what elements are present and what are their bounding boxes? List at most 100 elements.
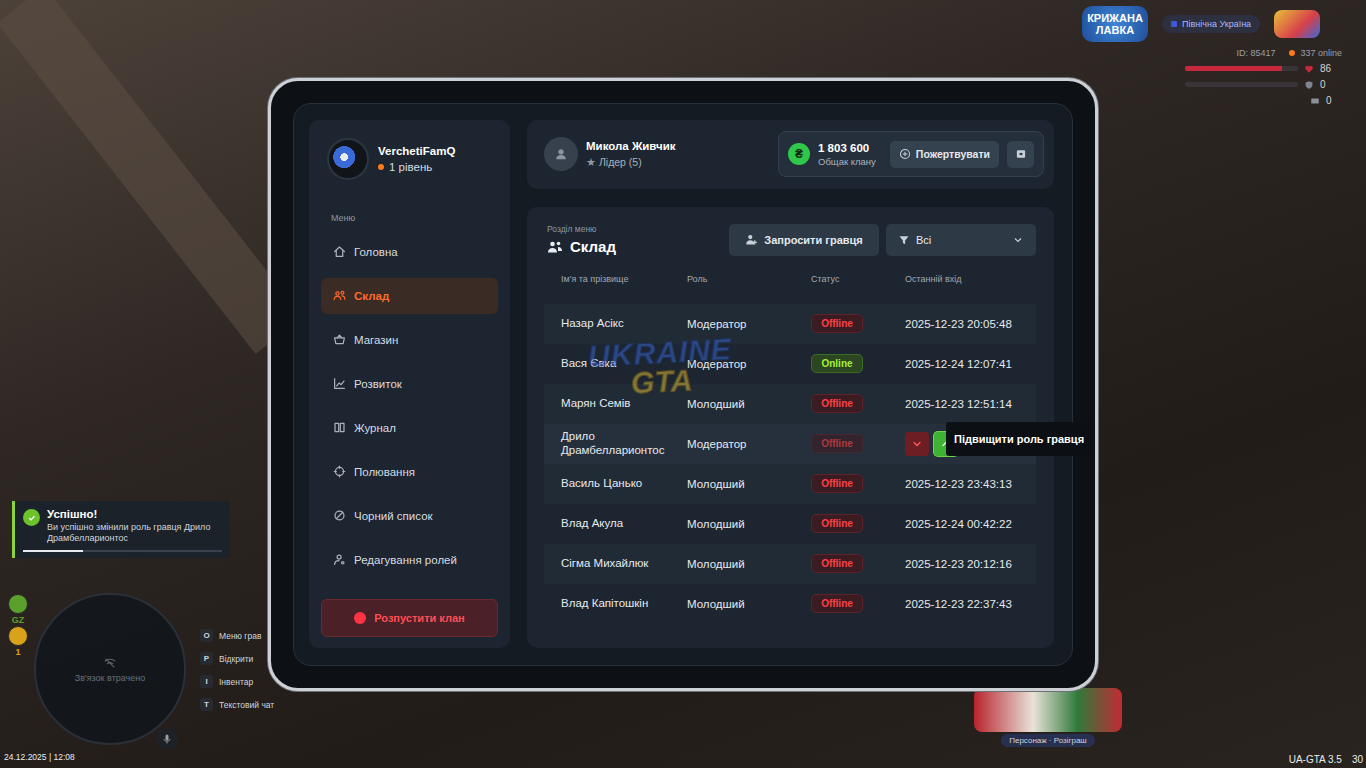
sidebar-item[interactable]: Головна [321, 234, 498, 270]
sidebar-item[interactable]: Полювання [321, 454, 498, 490]
last-login: 2025-12-23 12:51:14 [905, 398, 1012, 410]
member-role: Модератор [687, 318, 811, 330]
sidebar-item[interactable]: Магазин [321, 322, 498, 358]
clan-treasury: ₴ 1 803 600 Общак клану Пожертвувати [778, 131, 1044, 177]
disband-button[interactable]: Розпустити клан [321, 599, 498, 637]
stat-bar: 0 [1185, 79, 1332, 90]
minimap: Зв'язок втрачено [34, 593, 186, 745]
safe-button[interactable] [1007, 141, 1034, 168]
ban-icon [333, 509, 346, 522]
status-badge: Offline [811, 394, 863, 413]
status-badge: Offline [811, 474, 863, 493]
member-name: Влад Акула [561, 517, 687, 530]
chevron-down-icon [1012, 234, 1024, 246]
table-row[interactable]: Василь Цанько Молодший Offline 2025-12-2… [544, 464, 1036, 504]
member-name: Марян Семів [561, 397, 687, 410]
sidebar-item[interactable]: Розвиток [321, 366, 498, 402]
last-login: 2025-12-23 20:12:16 [905, 558, 1012, 570]
column-header: Ім'я та прізвище [561, 274, 687, 284]
people-icon [333, 289, 346, 302]
donate-button[interactable]: Пожертвувати [890, 141, 999, 168]
table-row[interactable]: Сігма Михайлюк Молодший Offline 2025-12-… [544, 544, 1036, 584]
table-row[interactable]: Вася Євка Модератор Online 2025-12-24 12… [544, 344, 1036, 384]
status-badge: Offline [811, 314, 863, 333]
game-scene: КРИЖАНА ЛАВКА Північна Україна ID: 85417… [0, 0, 1366, 768]
user-name: Микола Живчик [586, 140, 675, 152]
sidebar-item[interactable]: Чорний список [321, 498, 498, 534]
check-icon [23, 509, 40, 526]
table-row[interactable]: Влад Акула Молодший Offline 2025-12-24 0… [544, 504, 1036, 544]
notification-progress [23, 550, 222, 552]
keybind: O Меню грав [200, 627, 274, 644]
invite-button[interactable]: Запросити гравця [729, 224, 879, 256]
sidebar-item[interactable]: Склад [321, 278, 498, 314]
tablet-screen: VerchetiFamQ 1 рівень Меню Головна Склад… [293, 103, 1073, 666]
flag-icon [1171, 21, 1177, 27]
column-header: Статус [811, 274, 905, 284]
table-row[interactable]: Назар Асікс Модератор Offline 2025-12-23… [544, 304, 1036, 344]
sidebar: VerchetiFamQ 1 рівень Меню Головна Склад… [309, 120, 510, 648]
zone-dot [8, 594, 28, 614]
no-signal-icon [103, 656, 117, 670]
target-icon [333, 465, 346, 478]
member-name: Назар Асікс [561, 317, 687, 330]
user-gear-icon [333, 553, 346, 566]
banner-picture [974, 688, 1122, 732]
home-icon [333, 245, 346, 258]
basket-icon [333, 333, 346, 346]
status-badge: Online [811, 354, 863, 373]
keybind: P Відкрити [200, 650, 274, 667]
members-table: Назар Асікс Модератор Offline 2025-12-23… [544, 304, 1036, 640]
member-role: Модератор [687, 358, 811, 370]
clan-profile: VerchetiFamQ 1 рівень [321, 138, 498, 180]
event-banner[interactable]: Персонаж · Розіграш [974, 688, 1122, 747]
table-row[interactable]: Марян Семів Молодший Offline 2025-12-23 … [544, 384, 1036, 424]
sidebar-item[interactable]: Журнал [321, 410, 498, 446]
key: T [200, 698, 213, 711]
user-avatar-icon [544, 137, 578, 171]
table-row[interactable]: Влад Капітошкін Молодший Offline 2025-12… [544, 584, 1036, 624]
status-badge: Offline [811, 434, 863, 453]
role-filter[interactable]: Всі [886, 224, 1036, 256]
member-name: Дрило Драмбелларионтос [561, 430, 687, 456]
treasury-amount: 1 803 600 [818, 142, 876, 154]
heart-icon [1304, 64, 1314, 74]
notification-title: Успішно! [47, 508, 222, 520]
table-header: Ім'я та прізвищеРольСтатусОстанній вхід [544, 274, 1036, 284]
zone-label: 1 [15, 647, 20, 657]
money: 0 [1310, 95, 1338, 106]
shield-icon [1304, 80, 1314, 90]
status-badge: Offline [811, 554, 863, 573]
key: P [200, 652, 213, 665]
event-logo [1274, 10, 1320, 38]
last-login: 2025-12-23 23:43:13 [905, 478, 1012, 490]
clan-name: VerchetiFamQ [378, 145, 455, 157]
zone-dot [8, 626, 28, 646]
member-role: Молодший [687, 518, 811, 530]
online-count: 337 online [1289, 48, 1342, 58]
key: O [200, 629, 213, 642]
notification-message: Ви успішно змінили роль гравця Дрило Дра… [47, 522, 222, 544]
member-role: Молодший [687, 558, 811, 570]
demote-button[interactable] [905, 432, 929, 456]
section-title: Склад [547, 238, 616, 255]
version-label: UA-GTA 3.530 [1289, 754, 1363, 765]
user-rank: ★ Лідер (5) [586, 156, 675, 168]
key: I [200, 675, 213, 688]
clan-logo-icon [327, 138, 369, 180]
microphone-icon [156, 728, 178, 750]
zone-indicators: GZ 1 [8, 594, 28, 657]
stat-bar: 86 [1185, 63, 1332, 74]
sidebar-item[interactable]: Редагування ролей [321, 542, 498, 578]
safe-icon [1015, 148, 1027, 160]
user-info: Микола Живчик ★ Лідер (5) [544, 137, 675, 171]
column-header: Останній вхід [905, 274, 1036, 284]
server-logo: КРИЖАНА ЛАВКА [1082, 6, 1148, 42]
power-icon [354, 612, 366, 624]
member-role: Молодший [687, 598, 811, 610]
clan-level: 1 рівень [378, 161, 455, 173]
plus-circle-icon [899, 148, 911, 160]
menu-heading: Меню [321, 213, 498, 223]
cash-icon [1310, 96, 1320, 106]
date-time: 24.12.2025 | 12:08 [4, 752, 75, 762]
